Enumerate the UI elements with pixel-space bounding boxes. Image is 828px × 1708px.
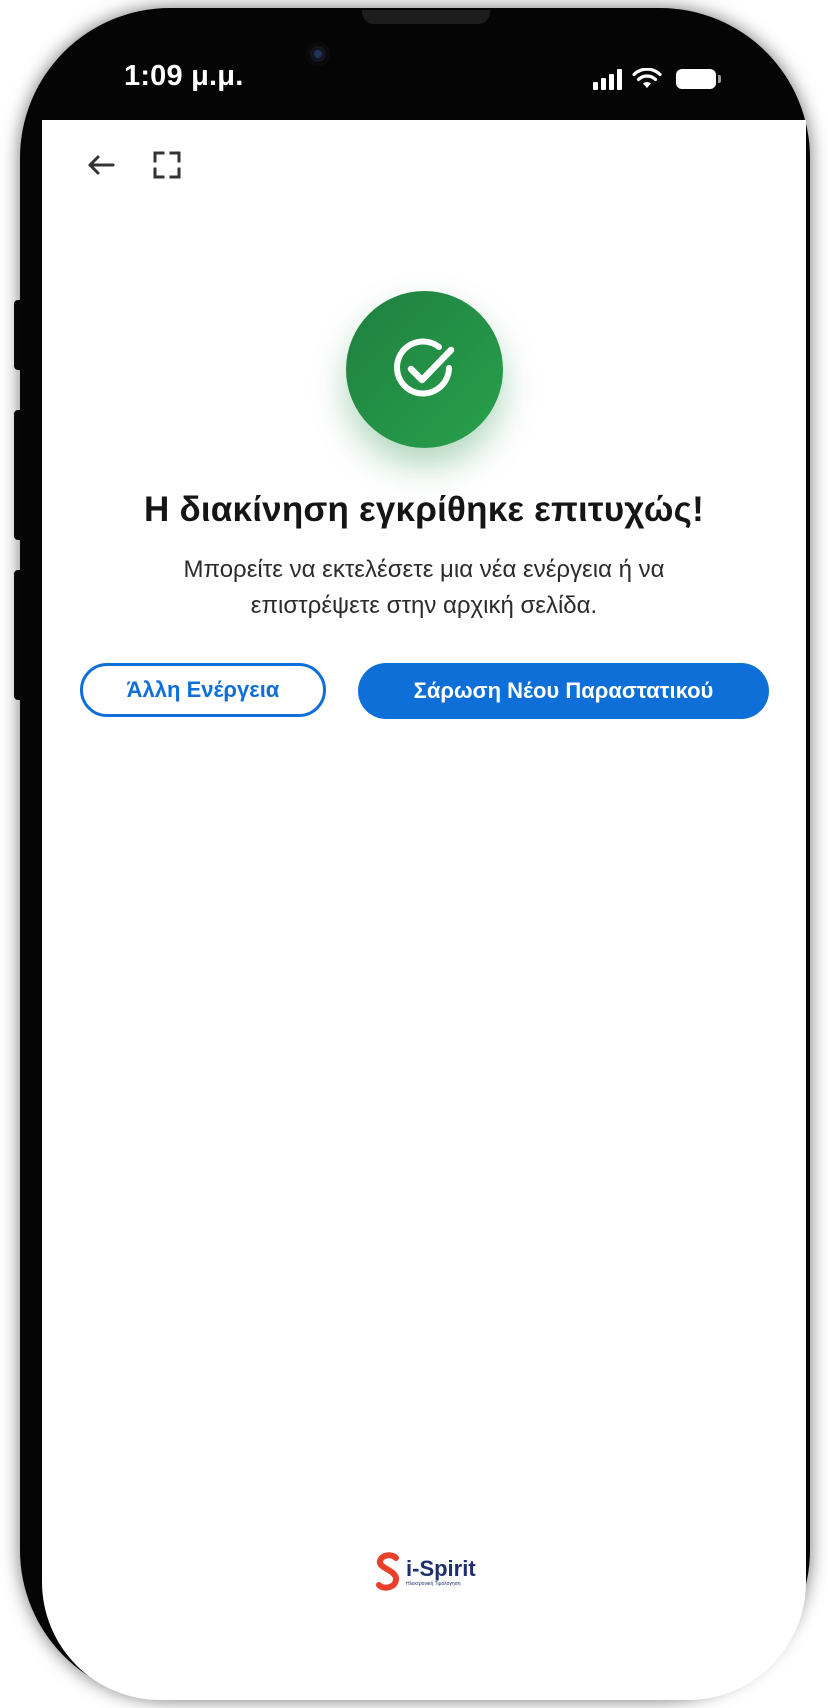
success-indicator <box>346 291 503 448</box>
check-circle-icon <box>393 338 454 396</box>
cellular-signal-icon <box>593 68 622 90</box>
top-toolbar <box>84 148 184 182</box>
battery-icon <box>676 69 721 89</box>
app-screen: Η διακίνηση εγκρίθηκε επιτυχώς! Μπορείτε… <box>42 120 806 1700</box>
wifi-icon <box>632 68 662 88</box>
brand-text: i-Spirit Ηλεκτρονική Τιμολόγηση <box>406 1555 476 1587</box>
fullscreen-icon <box>153 151 181 179</box>
status-time: 1:09 μ.μ. <box>124 60 244 92</box>
other-action-button[interactable]: Άλλη Ενέργεια <box>80 663 326 717</box>
success-badge <box>346 291 503 448</box>
speaker-slot <box>362 10 490 24</box>
i-spirit-logo-icon <box>376 1552 400 1591</box>
status-icons <box>593 68 721 90</box>
fullscreen-button[interactable] <box>150 148 184 182</box>
arrow-left-icon <box>88 155 115 175</box>
page-subtitle: Μπορείτε να εκτελέσετε μια νέα ενέργεια … <box>183 556 665 619</box>
page-title: Η διακίνηση εγκρίθηκε επιτυχώς! <box>144 490 704 529</box>
brand-logo: i-Spirit Ηλεκτρονική Τιμολόγηση <box>374 1552 476 1592</box>
status-bar: 1:09 μ.μ. <box>40 44 780 114</box>
scan-new-document-button[interactable]: Σάρωση Νέου Παραστατικού <box>358 663 769 719</box>
brand-tagline: Ηλεκτρονική Τιμολόγηση <box>406 1580 461 1587</box>
brand-name: i-Spirit <box>406 1555 476 1581</box>
back-button[interactable] <box>84 148 118 182</box>
